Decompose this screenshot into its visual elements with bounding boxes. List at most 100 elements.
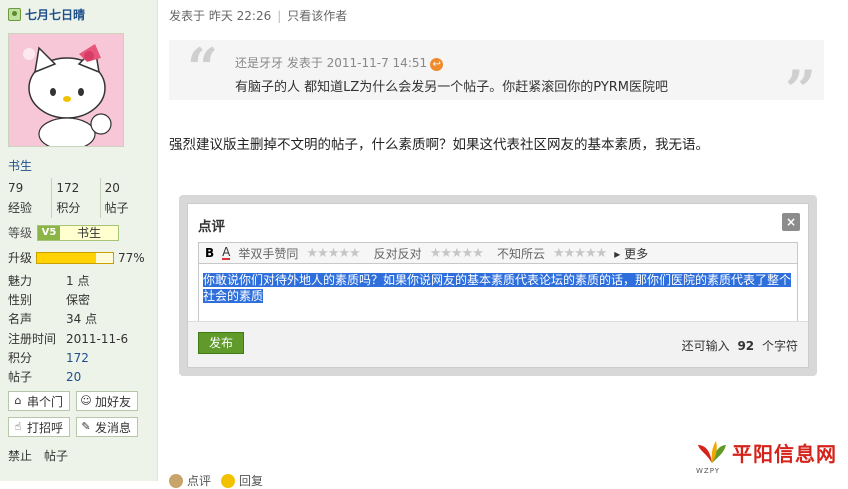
info-value: 保密 — [66, 293, 91, 308]
rating-confused-label[interactable]: 不知所云 — [497, 245, 545, 262]
remain-count: 92 — [737, 339, 755, 353]
ban-row: 禁止 帖子 — [8, 447, 68, 464]
post-main: 发表于 昨天 22:26 | 只看该作者 “ 还是牙牙 发表于 2011-11-… — [159, 0, 848, 488]
visit-label: 串个门 — [27, 394, 64, 409]
avatar[interactable] — [8, 33, 124, 147]
watermark-text: 平阳信息网 — [732, 442, 837, 466]
remain-prefix: 还可输入 — [681, 339, 730, 353]
info-key: 注册时间 — [8, 331, 57, 346]
publish-button[interactable]: 发布 — [198, 332, 244, 354]
info-value[interactable]: 20 — [66, 368, 81, 387]
ban-target-link[interactable]: 帖子 — [44, 447, 68, 464]
upgrade-label: 升级 — [8, 251, 33, 265]
stat-value: 79 — [8, 181, 24, 195]
more-label: 更多 — [624, 246, 649, 261]
info-value: 1 点 — [66, 274, 90, 288]
open-quote-icon: “ — [187, 36, 219, 100]
site-watermark: WZPY 平阳信息网 — [696, 438, 837, 475]
add-friend-label: 加好友 — [95, 394, 132, 409]
stat-label: 帖子 — [104, 201, 129, 215]
quote-meta: 还是牙牙 发表于 2011-11-7 14:51 ↩ — [235, 54, 444, 71]
user-info-row: 魅力 1 点 — [8, 272, 128, 291]
hello-kitty-avatar-image — [9, 34, 123, 146]
info-key: 性别 — [8, 293, 33, 308]
post-time: 发表于 昨天 22:26 — [169, 9, 272, 23]
comment-text-selected: 你敢说你们对待外地人的素质吗？如果你说网友的基本素质代表论坛的素质的话，那你们医… — [203, 273, 792, 303]
jump-to-quote-icon[interactable]: ↩ — [430, 58, 444, 71]
user-info-row: 积分 172 — [8, 349, 128, 368]
greet-label: 打招呼 — [27, 420, 64, 435]
level-row: 等级 V5 书生 — [8, 224, 120, 241]
home-icon: ⌂ — [14, 394, 22, 407]
only-author-link[interactable]: 只看该作者 — [287, 7, 347, 24]
info-value[interactable]: 172 — [66, 349, 89, 368]
info-value: 34 点 — [66, 312, 98, 327]
rating-agree-label[interactable]: 举双手赞同 — [238, 245, 298, 262]
user-action-buttons: ⌂ 串个门 ☺ 加好友 ☝ 打招呼 ✎ 发消息 — [8, 391, 138, 437]
info-key: 魅力 — [8, 274, 33, 288]
stat-label: 经验 — [8, 201, 33, 215]
message-label: 发消息 — [95, 420, 132, 435]
stat-posts[interactable]: 20 帖子 — [99, 178, 148, 218]
user-info-row: 帖子 20 — [8, 368, 128, 387]
rating-oppose-stars[interactable]: ★★★★★ — [430, 246, 484, 261]
user-stats: 79 经验 172 积分 20 帖子 — [8, 178, 148, 218]
user-info-row: 注册时间 2011-11-6 — [8, 330, 128, 349]
remain-suffix: 个字符 — [761, 339, 798, 353]
level-label: 等级 — [8, 226, 33, 240]
user-title: 书生 — [8, 159, 33, 173]
comment-textarea[interactable]: 你敢说你们对待外地人的素质吗？如果你说网友的基本素质代表论坛的素质的话，那你们医… — [198, 264, 798, 322]
info-key: 帖子 — [8, 370, 33, 385]
rating-confused-stars[interactable]: ★★★★★ — [553, 246, 607, 261]
stat-label: 积分 — [56, 201, 81, 215]
close-icon[interactable]: × — [782, 213, 800, 231]
upgrade-progress-bar — [36, 251, 115, 264]
add-friend-button[interactable]: ☺ 加好友 — [76, 391, 138, 411]
message-button[interactable]: ✎ 发消息 — [76, 417, 138, 437]
author-sidebar: 七月七日晴 书生 79 经验 172 积分 20 帖子 等级 V5 书生 升级 … — [0, 0, 158, 481]
comment-toolbar: B A 举双手赞同 ★★★★★ 反对反对 ★★★★★ 不知所云 ★★★★★ ▸ … — [198, 242, 798, 264]
leaf-logo-icon: WZPY — [696, 439, 728, 475]
poke-icon: ☝ — [14, 420, 22, 433]
user-info-list: 魅力 1 点性别 保密名声 34 点注册时间 2011-11-6 积分 172 帖子 20 — [8, 272, 128, 387]
info-key: 积分 — [8, 350, 33, 365]
stat-value: 172 — [56, 181, 80, 195]
dialog-footer: 发布 还可输入 92 个字符 — [188, 321, 808, 367]
user-info-row: 名声 34 点 — [8, 310, 128, 329]
post-body: 强烈建议版主删掉不文明的帖子，什么素质啊？如果这代表社区网友的基本素质，我无语。 — [169, 137, 709, 153]
greet-button[interactable]: ☝ 打招呼 — [8, 417, 70, 437]
stat-exp[interactable]: 79 经验 — [8, 178, 51, 218]
font-color-button[interactable]: A — [222, 246, 231, 260]
dialog-title: 点评 — [198, 219, 225, 235]
username[interactable]: 七月七日晴 — [25, 6, 85, 23]
close-quote-icon: ” — [784, 58, 816, 122]
more-ratings-link[interactable]: ▸ 更多 — [614, 245, 648, 262]
info-value: 2011-11-6 — [66, 331, 129, 346]
quote-block: “ 还是牙牙 发表于 2011-11-7 14:51 ↩ 有脑子的人 都知道LZ为… — [169, 36, 824, 122]
rating-agree-stars[interactable]: ★★★★★ — [306, 246, 360, 261]
ban-link[interactable]: 禁止 — [8, 447, 32, 464]
watermark-subtext: WZPY — [696, 466, 721, 475]
bold-button[interactable]: B — [205, 246, 214, 260]
info-key: 名声 — [8, 312, 33, 327]
comment-dialog-panel: 点评 × B A 举双手赞同 ★★★★★ 反对反对 ★★★★★ 不知所云 ★★★… — [187, 203, 809, 368]
level-badge: V5 书生 — [37, 224, 120, 241]
pencil-icon: ✎ — [81, 420, 91, 433]
remaining-chars: 还可输入 92 个字符 — [682, 337, 798, 354]
username-row[interactable]: 七月七日晴 — [8, 6, 85, 23]
post-meta: 发表于 昨天 22:26 | 只看该作者 — [169, 7, 347, 24]
level-v-icon: V5 — [38, 225, 61, 240]
quote-text: 有脑子的人 都知道LZ为什么会发另一个帖子。你赶紧滚回你的PYRM医院吧 — [235, 80, 669, 95]
rating-oppose-label[interactable]: 反对反对 — [374, 245, 422, 262]
quote-author-time: 还是牙牙 发表于 2011-11-7 14:51 — [235, 56, 428, 70]
visit-button[interactable]: ⌂ 串个门 — [8, 391, 70, 411]
stat-points[interactable]: 172 积分 — [51, 178, 99, 218]
user-info-row: 性别 保密 — [8, 291, 128, 310]
comment-dialog: 点评 × B A 举双手赞同 ★★★★★ 反对反对 ★★★★★ 不知所云 ★★★… — [179, 195, 817, 376]
meta-divider: | — [277, 8, 282, 23]
upgrade-progress-fill — [37, 252, 96, 263]
upgrade-row: 升级 77% — [8, 249, 145, 266]
user-online-icon — [8, 8, 21, 21]
leaf-logo-graphic — [698, 440, 726, 463]
stat-value: 20 — [104, 181, 120, 195]
